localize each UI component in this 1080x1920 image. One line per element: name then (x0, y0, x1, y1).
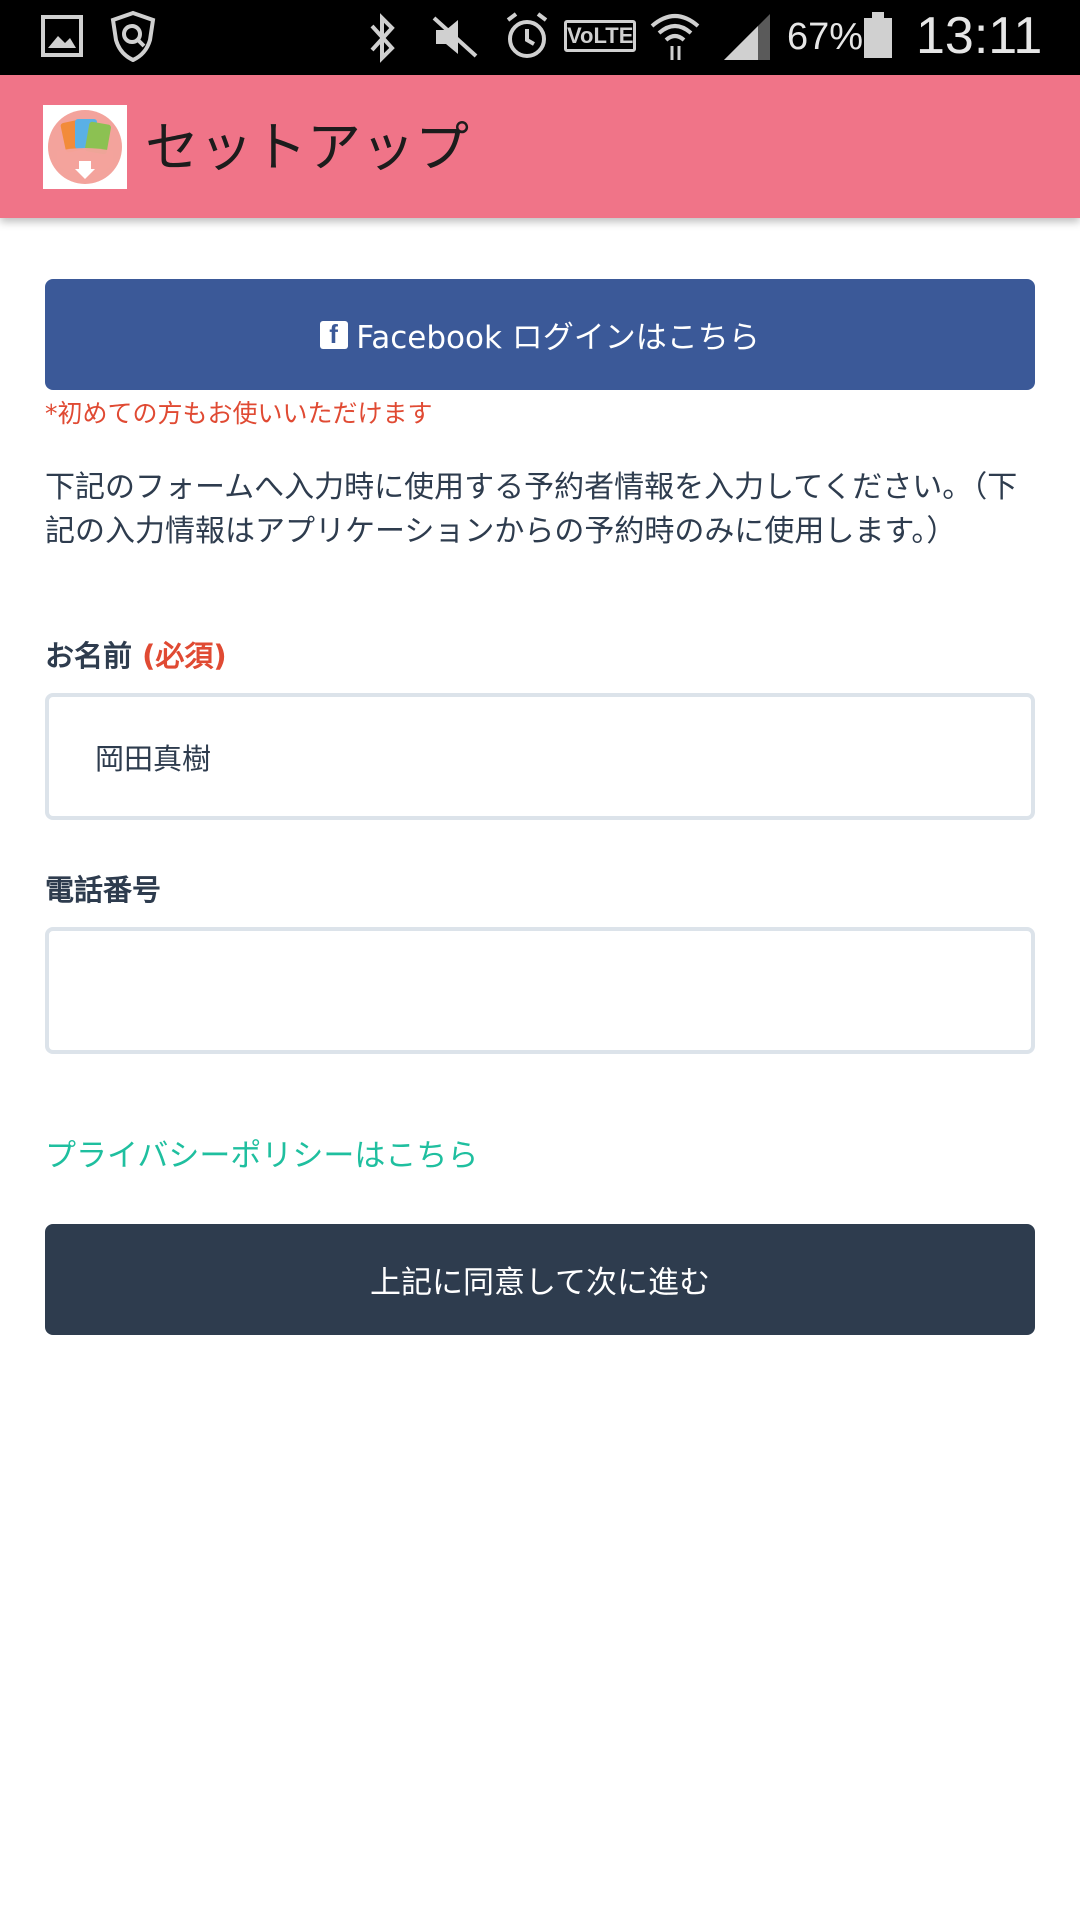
privacy-policy-link[interactable]: プライバシーポリシーはこちら (45, 1134, 478, 1178)
page-title: セットアップ (145, 116, 469, 179)
name-input-value: 岡田真樹 (95, 741, 212, 776)
phone-label: 電話番号 (45, 873, 162, 907)
bluetooth-icon (370, 13, 395, 63)
battery-percent: 67% (787, 16, 864, 58)
required-badge: (必須) (142, 639, 227, 673)
alarm-icon (506, 12, 548, 58)
name-label: お名前 (必須) (45, 636, 227, 676)
facebook-icon (320, 319, 349, 350)
wifi-icon (650, 14, 700, 60)
app-logo (43, 105, 127, 189)
facebook-login-label: Facebook ログインはこちら (356, 320, 760, 356)
name-label-text: お名前 (45, 639, 133, 673)
agree-next-button[interactable]: 上記に同意して次に進む (45, 1224, 1035, 1335)
mute-icon (432, 16, 478, 58)
facebook-login-button[interactable]: Facebook ログインはこちら (45, 279, 1035, 390)
status-bar: VoLTE 67% 13:11 (0, 0, 1080, 75)
gallery-icon (41, 15, 83, 57)
agree-next-label: 上記に同意して次に進む (369, 1265, 711, 1301)
form-description: 下記のフォームへ入力時に使用する予約者情報を入力してください。（下記の入力情報は… (45, 470, 1018, 549)
phone-input[interactable] (45, 927, 1035, 1054)
battery-icon (864, 12, 892, 58)
clock: 13:11 (916, 7, 1043, 65)
signal-icon (724, 14, 770, 60)
shield-icon (110, 10, 156, 62)
facebook-note: *初めての方もお使いいただけます (45, 399, 433, 428)
app-bar: セットアップ (0, 75, 1080, 218)
volte-icon: VoLTE (564, 20, 636, 52)
name-input[interactable]: 岡田真樹 (45, 693, 1035, 820)
